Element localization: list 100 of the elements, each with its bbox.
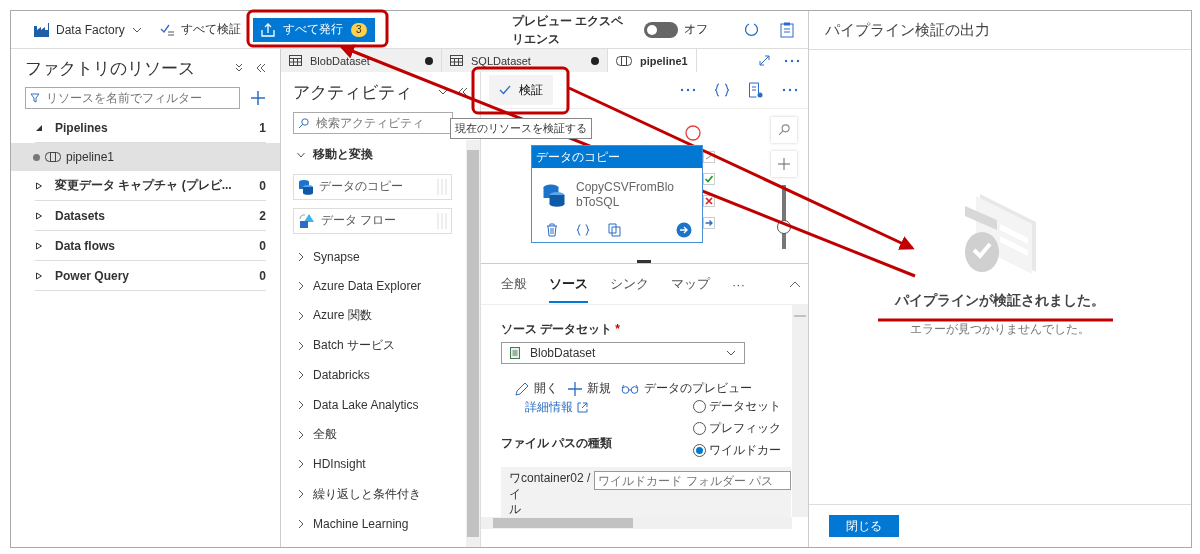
activity-group[interactable]: Azure 関数 — [293, 301, 466, 331]
caret-icon — [131, 26, 142, 33]
delete-icon[interactable] — [546, 223, 558, 237]
scrollbar[interactable] — [792, 305, 808, 517]
more-icon[interactable] — [680, 88, 696, 92]
activity-group[interactable]: Data Lake Analytics — [293, 390, 466, 420]
activity-group[interactable]: 移動と変換 — [293, 140, 466, 170]
chevron-icon — [297, 399, 305, 410]
failure-port-icon[interactable] — [703, 195, 715, 207]
zoom-search-button[interactable] — [771, 117, 797, 143]
property-tab[interactable]: マップ — [671, 265, 710, 303]
activity-group[interactable]: 全般 — [293, 419, 466, 450]
chevron-icon — [297, 310, 305, 321]
code-icon[interactable] — [576, 223, 590, 237]
file-icon — [510, 347, 520, 359]
plus-icon — [568, 381, 582, 396]
property-tab[interactable]: ··· — [732, 266, 745, 302]
activity-group[interactable]: Azure Data Explorer — [293, 271, 466, 302]
editor-tab[interactable]: BlobDataset — [281, 49, 442, 72]
refresh-icon[interactable] — [744, 21, 760, 38]
chevron-up-icon[interactable] — [789, 280, 801, 288]
close-button[interactable]: 閉じる — [829, 515, 899, 537]
publish-all-button[interactable]: すべて発行 3 — [252, 17, 375, 42]
glasses-icon — [621, 383, 639, 394]
collapse-all-icon[interactable] — [234, 63, 244, 73]
completion-port-icon[interactable] — [703, 217, 715, 229]
resource-group[interactable]: Data flows 0 — [35, 231, 266, 261]
scrollbar[interactable] — [481, 517, 792, 529]
collapse-panel-icon[interactable] — [256, 63, 266, 73]
validate-all-button[interactable]: すべて検証 — [155, 17, 245, 42]
caret-icon — [35, 271, 43, 280]
search-icon — [298, 117, 309, 129]
action-link[interactable]: 開く — [515, 380, 558, 397]
folder-path-field[interactable]: ワイルドカード フォルダー パス — [594, 471, 791, 490]
chevron-down-icon[interactable] — [438, 89, 448, 95]
resource-group[interactable]: 変更データ キャプチャ (プレビ... 0 — [35, 171, 266, 201]
panel-title: ファクトリのリソース — [25, 57, 196, 80]
preview-toggle[interactable] — [644, 21, 678, 38]
pipeline-icon — [45, 152, 61, 162]
radio-option[interactable]: ワイルドカー — [693, 441, 781, 459]
activity-group[interactable]: Databricks — [293, 360, 466, 391]
radio-option[interactable]: プレフィック — [693, 419, 781, 437]
more-icon[interactable] — [784, 58, 800, 63]
success-port-icon[interactable] — [703, 173, 715, 185]
filter-field[interactable]: リソースを名前でフィルター — [25, 87, 240, 109]
chevron-icon — [297, 251, 305, 262]
chevron-icon — [297, 370, 305, 381]
chevron-icon — [297, 281, 305, 292]
property-tab[interactable]: シンク — [610, 265, 649, 303]
panel-title: アクティビティ — [293, 81, 413, 104]
chevron-icon — [297, 518, 305, 529]
activity-node[interactable]: データのコピー CopyCSVFromBlobToSQL — [531, 145, 703, 243]
more-icon[interactable] — [782, 88, 798, 92]
activity-item[interactable]: データ フロー — [293, 207, 452, 234]
action-link[interactable]: データのプレビュー — [621, 380, 752, 397]
activity-group[interactable]: 繰り返しと条件付き — [293, 479, 466, 509]
document-settings-icon[interactable] — [748, 82, 764, 98]
copy-icon[interactable] — [608, 223, 621, 237]
validate-button[interactable]: 検証 — [489, 75, 553, 105]
property-tab[interactable]: 全般 — [501, 265, 527, 303]
circle-marker-icon — [685, 125, 701, 141]
splitter-handle[interactable] — [637, 260, 651, 263]
action-link[interactable]: 新規 — [568, 380, 611, 397]
expand-icon[interactable] — [759, 55, 770, 66]
database-icon — [542, 182, 566, 208]
activity-group[interactable]: Batch サービス — [293, 330, 466, 361]
factory-icon — [33, 22, 49, 37]
radio-option[interactable]: データセット — [693, 397, 781, 415]
scrollbar[interactable] — [466, 140, 480, 547]
pipeline-icon — [616, 55, 632, 66]
more-info-link[interactable]: 詳細情報 — [525, 399, 693, 416]
activity-group[interactable]: Synapse — [293, 241, 466, 272]
external-link-icon — [577, 402, 588, 413]
editor-tab[interactable]: pipeline1 — [608, 49, 697, 72]
dataset-dropdown[interactable]: BlobDataset — [501, 342, 745, 364]
clipboard-icon[interactable] — [780, 21, 794, 38]
search-icon — [778, 124, 790, 136]
search-field[interactable]: 検索アクティビティ — [293, 112, 453, 134]
code-icon[interactable] — [714, 83, 730, 97]
activity-group[interactable]: HDInsight — [293, 449, 466, 480]
resource-group[interactable]: Power Query 0 — [35, 261, 266, 291]
pipeline-item[interactable]: pipeline1 — [11, 143, 280, 171]
skip-port-icon[interactable] — [703, 151, 715, 163]
caret-icon — [35, 241, 43, 250]
data-flow-icon — [298, 212, 316, 229]
tooltip: 現在のリソースを検証する — [450, 118, 592, 139]
caret-icon — [35, 181, 43, 190]
activity-group[interactable]: Machine Learning — [293, 508, 466, 539]
container-name: container02 / — [521, 471, 591, 485]
arrow-circle-icon[interactable] — [676, 222, 692, 238]
activity-item[interactable]: データのコピー — [293, 173, 452, 200]
check-icon — [499, 85, 511, 95]
check-list-icon — [159, 23, 174, 36]
property-tab[interactable]: ソース — [549, 265, 588, 303]
factory-menu[interactable]: Data Factory — [29, 18, 146, 41]
caret-icon — [35, 123, 43, 132]
collapse-panel-icon[interactable] — [458, 87, 468, 97]
resource-group[interactable]: Datasets 2 — [35, 201, 266, 231]
required-mark: * — [615, 322, 620, 336]
add-icon[interactable] — [250, 90, 266, 106]
